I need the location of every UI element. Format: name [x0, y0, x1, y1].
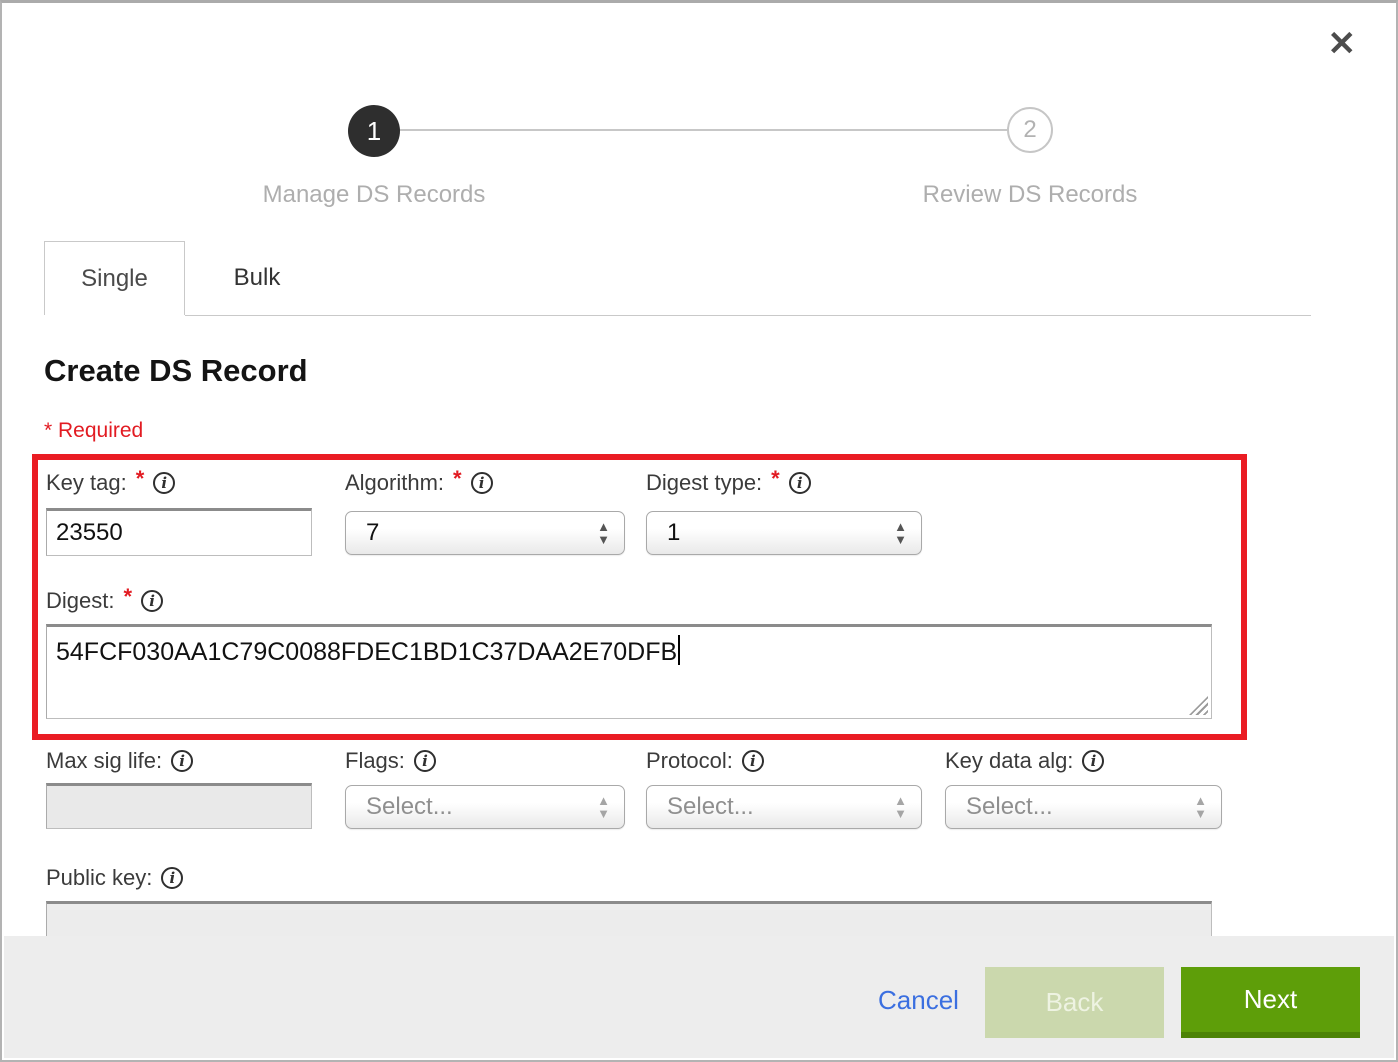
key-tag-label: Key tag: * i	[46, 469, 175, 497]
protocol-label-text: Protocol:	[646, 748, 733, 774]
back-button[interactable]: Back	[985, 967, 1164, 1038]
modal-footer: Cancel Back Next	[4, 936, 1394, 1058]
required-asterisk: *	[771, 466, 780, 492]
tab-single[interactable]: Single	[44, 241, 185, 315]
stepper-connector-line	[374, 129, 1030, 131]
digest-type-select-value: 1	[667, 519, 680, 547]
resize-grip-icon[interactable]	[1189, 696, 1208, 715]
max-sig-life-label-text: Max sig life:	[46, 748, 162, 774]
algorithm-label-text: Algorithm:	[345, 470, 444, 496]
algorithm-select-value: 7	[366, 519, 379, 547]
create-ds-record-modal: ✕ 1 2 Manage DS Records Review DS Record…	[0, 0, 1398, 1062]
arrow-up-icon: ▲	[1194, 795, 1207, 806]
info-icon[interactable]: i	[153, 472, 175, 494]
text-caret	[678, 635, 680, 665]
info-icon[interactable]: i	[414, 750, 436, 772]
tab-underline	[185, 315, 1311, 316]
arrow-down-icon: ▼	[894, 808, 907, 819]
arrow-down-icon: ▼	[597, 534, 610, 545]
required-note: * Required	[44, 419, 143, 443]
required-asterisk: *	[123, 584, 132, 610]
arrow-down-icon: ▼	[597, 808, 610, 819]
flags-label-text: Flags:	[345, 748, 405, 774]
info-icon[interactable]: i	[789, 472, 811, 494]
page-title: Create DS Record	[44, 353, 308, 389]
digest-type-label: Digest type: * i	[646, 469, 811, 497]
select-arrows-icon: ▲ ▼	[597, 521, 610, 545]
required-asterisk: *	[453, 466, 462, 492]
protocol-select-value: Select...	[667, 793, 754, 821]
digest-type-select[interactable]: 1 ▲ ▼	[646, 511, 922, 555]
info-icon[interactable]: i	[1082, 750, 1104, 772]
flags-select-value: Select...	[366, 793, 453, 821]
digest-textarea[interactable]: 54FCF030AA1C79C0088FDEC1BD1C37DAA2E70DFB	[46, 624, 1212, 719]
key-data-alg-select-value: Select...	[966, 793, 1053, 821]
arrow-up-icon: ▲	[894, 521, 907, 532]
key-data-alg-label-text: Key data alg:	[945, 748, 1073, 774]
max-sig-life-label: Max sig life: i	[46, 747, 193, 775]
algorithm-label: Algorithm: * i	[345, 469, 493, 497]
step-1-circle: 1	[348, 105, 400, 157]
select-arrows-icon: ▲ ▼	[597, 795, 610, 819]
key-tag-input[interactable]: 23550	[46, 508, 312, 556]
arrow-down-icon: ▼	[1194, 808, 1207, 819]
key-data-alg-label: Key data alg: i	[945, 747, 1104, 775]
arrow-up-icon: ▲	[597, 795, 610, 806]
digest-label-text: Digest:	[46, 588, 114, 614]
flags-label: Flags: i	[345, 747, 436, 775]
close-icon[interactable]: ✕	[1328, 27, 1357, 61]
arrow-up-icon: ▲	[894, 795, 907, 806]
cancel-button[interactable]: Cancel	[878, 985, 959, 1016]
protocol-select[interactable]: Select... ▲ ▼	[646, 785, 922, 829]
select-arrows-icon: ▲ ▼	[1194, 795, 1207, 819]
info-icon[interactable]: i	[161, 867, 183, 889]
step-1-label: Manage DS Records	[214, 181, 534, 209]
key-data-alg-select[interactable]: Select... ▲ ▼	[945, 785, 1222, 829]
info-icon[interactable]: i	[171, 750, 193, 772]
info-icon[interactable]: i	[471, 472, 493, 494]
digest-value: 54FCF030AA1C79C0088FDEC1BD1C37DAA2E70DFB	[56, 638, 677, 666]
max-sig-life-input[interactable]	[46, 783, 312, 829]
select-arrows-icon: ▲ ▼	[894, 795, 907, 819]
protocol-label: Protocol: i	[646, 747, 764, 775]
step-2-circle: 2	[1007, 107, 1053, 153]
public-key-label-text: Public key:	[46, 865, 152, 891]
digest-type-label-text: Digest type:	[646, 470, 762, 496]
arrow-down-icon: ▼	[894, 534, 907, 545]
digest-label: Digest: * i	[46, 587, 163, 615]
required-asterisk: *	[136, 466, 145, 492]
select-arrows-icon: ▲ ▼	[894, 521, 907, 545]
algorithm-select[interactable]: 7 ▲ ▼	[345, 511, 625, 555]
key-tag-label-text: Key tag:	[46, 470, 127, 496]
flags-select[interactable]: Select... ▲ ▼	[345, 785, 625, 829]
info-icon[interactable]: i	[141, 590, 163, 612]
step-2-label: Review DS Records	[870, 181, 1190, 209]
public-key-label: Public key: i	[46, 864, 183, 892]
arrow-up-icon: ▲	[597, 521, 610, 532]
tab-bulk[interactable]: Bulk	[185, 241, 329, 315]
info-icon[interactable]: i	[742, 750, 764, 772]
next-button[interactable]: Next	[1181, 967, 1360, 1038]
